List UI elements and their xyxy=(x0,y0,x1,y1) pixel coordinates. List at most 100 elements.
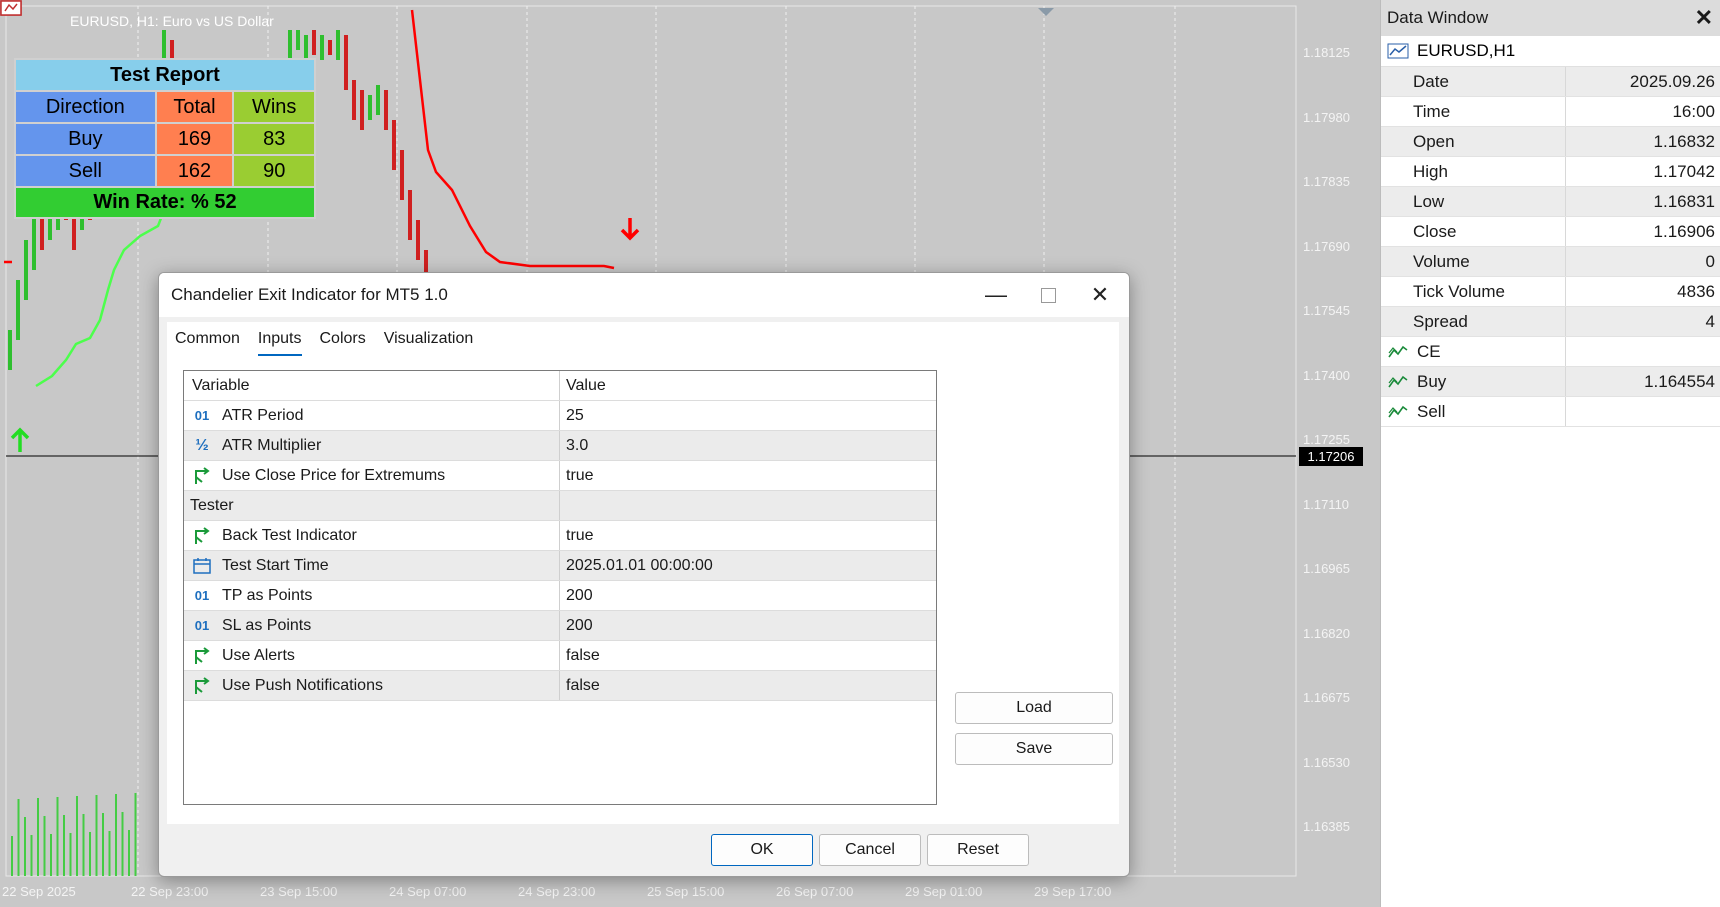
ok-button[interactable]: OK xyxy=(711,834,813,866)
indicator-line-icon xyxy=(1388,345,1408,357)
report-win-rate: Win Rate: % 52 xyxy=(16,188,314,217)
input-param-row[interactable]: Use Close Price for Extremums true xyxy=(184,461,936,491)
data-window-key: Close xyxy=(1381,217,1566,246)
test-report-panel: Test Report Direction Total Wins Buy 169… xyxy=(14,58,316,219)
time-tick-label: 25 Sep 15:00 xyxy=(647,884,725,899)
tab-colors[interactable]: Colors xyxy=(320,330,366,356)
param-value[interactable]: 200 xyxy=(560,611,936,640)
report-sell-wins: 90 xyxy=(234,156,314,186)
candle xyxy=(328,40,332,55)
data-window-header: Data Window ✕ xyxy=(1381,0,1720,36)
column-header-value[interactable]: Value xyxy=(560,371,936,400)
data-window-row: Low 1.16831 xyxy=(1381,187,1720,217)
data-window-row: Open 1.16832 xyxy=(1381,127,1720,157)
bool-icon xyxy=(192,526,212,545)
data-window-value: 1.16832 xyxy=(1653,131,1715,151)
test-report-title: Test Report xyxy=(16,60,314,90)
input-param-row[interactable]: 01 TP as Points 200 xyxy=(184,581,936,611)
close-icon[interactable]: ✕ xyxy=(1695,5,1713,31)
price-tick-label: 1.18125 xyxy=(1303,45,1350,60)
dialog-title-bar[interactable]: Chandelier Exit Indicator for MT5 1.0 — … xyxy=(159,273,1129,317)
data-window-value: 16:00 xyxy=(1672,101,1715,121)
data-window-key: Volume xyxy=(1381,247,1566,276)
candle xyxy=(384,90,388,130)
price-tick-label: 1.17690 xyxy=(1303,238,1350,254)
tab-inputs[interactable]: Inputs xyxy=(257,330,302,356)
param-variable-label: Tester xyxy=(190,496,234,514)
price-tick-label: 1.17835 xyxy=(1303,174,1350,189)
param-value[interactable]: true xyxy=(560,461,936,490)
chart-shift-marker[interactable] xyxy=(1038,8,1054,16)
param-value[interactable] xyxy=(560,491,936,520)
param-value[interactable]: false xyxy=(560,671,936,700)
price-tick-label: 1.16675 xyxy=(1303,690,1350,705)
tab-visualization[interactable]: Visualization xyxy=(384,330,474,356)
candle xyxy=(288,30,292,60)
data-window-rows: Date 2025.09.26 Time 16:00 Open 1.16832 High 1.… xyxy=(1381,67,1720,427)
report-buy-wins: 83 xyxy=(234,124,314,154)
price-tick-label: 1.17255 xyxy=(1303,432,1350,447)
price-tick-label: 1.17980 xyxy=(1303,109,1350,125)
price-tick-label: 1.17400 xyxy=(1303,367,1350,383)
param-variable: 01 ATR Period xyxy=(184,401,560,430)
param-value[interactable]: 200 xyxy=(560,581,936,610)
input-param-row[interactable]: 01 ATR Period 25 xyxy=(184,401,936,431)
param-value[interactable]: true xyxy=(560,521,936,550)
input-param-row[interactable]: Use Push Notifications false xyxy=(184,671,936,701)
param-variable-label: Use Push Notifications xyxy=(222,676,383,694)
load-button[interactable]: Load xyxy=(955,692,1113,724)
price-tick-label: 1.16385 xyxy=(1303,819,1350,834)
save-button[interactable]: Save xyxy=(955,733,1113,765)
reset-button[interactable]: Reset xyxy=(927,834,1029,866)
input-param-row[interactable]: ½ ATR Multiplier 3.0 xyxy=(184,431,936,461)
param-variable-label: Back Test Indicator xyxy=(222,526,357,544)
indicator-properties-dialog: Chandelier Exit Indicator for MT5 1.0 — … xyxy=(158,272,1130,877)
double-icon: ½ xyxy=(195,436,209,454)
candle xyxy=(360,90,364,130)
tab-common[interactable]: Common xyxy=(175,330,240,356)
param-variable: Back Test Indicator xyxy=(184,521,560,550)
data-window-row: Time 16:00 xyxy=(1381,97,1720,127)
input-param-row[interactable]: Back Test Indicator true xyxy=(184,521,936,551)
report-header-direction: Direction xyxy=(16,92,155,122)
param-value[interactable]: 3.0 xyxy=(560,431,936,460)
price-tick-label: 1.17110 xyxy=(1303,496,1350,512)
data-window-symbol: EURUSD,H1 xyxy=(1417,41,1516,60)
inputs-table-body: 01 ATR Period 25 ½ ATR Multiplier 3.0 Use Clos… xyxy=(184,401,936,701)
data-window-value: 0 xyxy=(1705,251,1715,271)
candle xyxy=(296,30,300,50)
column-header-variable[interactable]: Variable xyxy=(184,371,560,400)
data-window-row: Close 1.16906 xyxy=(1381,217,1720,247)
dialog-title: Chandelier Exit Indicator for MT5 1.0 xyxy=(171,285,448,304)
param-value[interactable]: 2025.01.01 00:00:00 xyxy=(560,551,936,580)
bool-icon xyxy=(192,676,212,695)
param-value[interactable]: 25 xyxy=(560,401,936,430)
candle xyxy=(352,80,356,120)
data-window-value: 1.164554 xyxy=(1644,371,1715,391)
data-window-row: Date 2025.09.26 xyxy=(1381,67,1720,97)
input-group-row[interactable]: Tester xyxy=(184,491,936,521)
data-window-indicator-name: CE xyxy=(1417,341,1441,361)
param-variable: Use Alerts xyxy=(184,641,560,670)
time-tick-label: 24 Sep 23:00 xyxy=(518,884,596,899)
input-param-row[interactable]: 01 SL as Points 200 xyxy=(184,611,936,641)
indicator-list-icon[interactable] xyxy=(0,0,22,16)
minimize-icon[interactable]: — xyxy=(973,273,1019,317)
close-icon[interactable]: ✕ xyxy=(1077,273,1123,317)
input-param-row[interactable]: Use Alerts false xyxy=(184,641,936,671)
candle xyxy=(376,85,380,115)
int-icon: 01 xyxy=(194,618,210,633)
data-window-indicator-name: Sell xyxy=(1417,401,1446,421)
input-param-row[interactable]: Test Start Time 2025.01.01 00:00:00 xyxy=(184,551,936,581)
inputs-table[interactable]: Variable Value 01 ATR Period 25 ½ ATR Multip… xyxy=(183,370,937,805)
data-window-key: Tick Volume xyxy=(1381,277,1566,306)
data-window-key: Time xyxy=(1381,97,1566,126)
cancel-button[interactable]: Cancel xyxy=(819,834,921,866)
data-window-key: Sell xyxy=(1381,397,1566,426)
param-variable: Test Start Time xyxy=(184,551,560,580)
bool-icon xyxy=(192,646,212,665)
dialog-body: Common Inputs Colors Visualization Varia… xyxy=(167,322,1119,824)
candle xyxy=(392,120,396,170)
maximize-icon[interactable] xyxy=(1025,273,1071,317)
param-value[interactable]: false xyxy=(560,641,936,670)
